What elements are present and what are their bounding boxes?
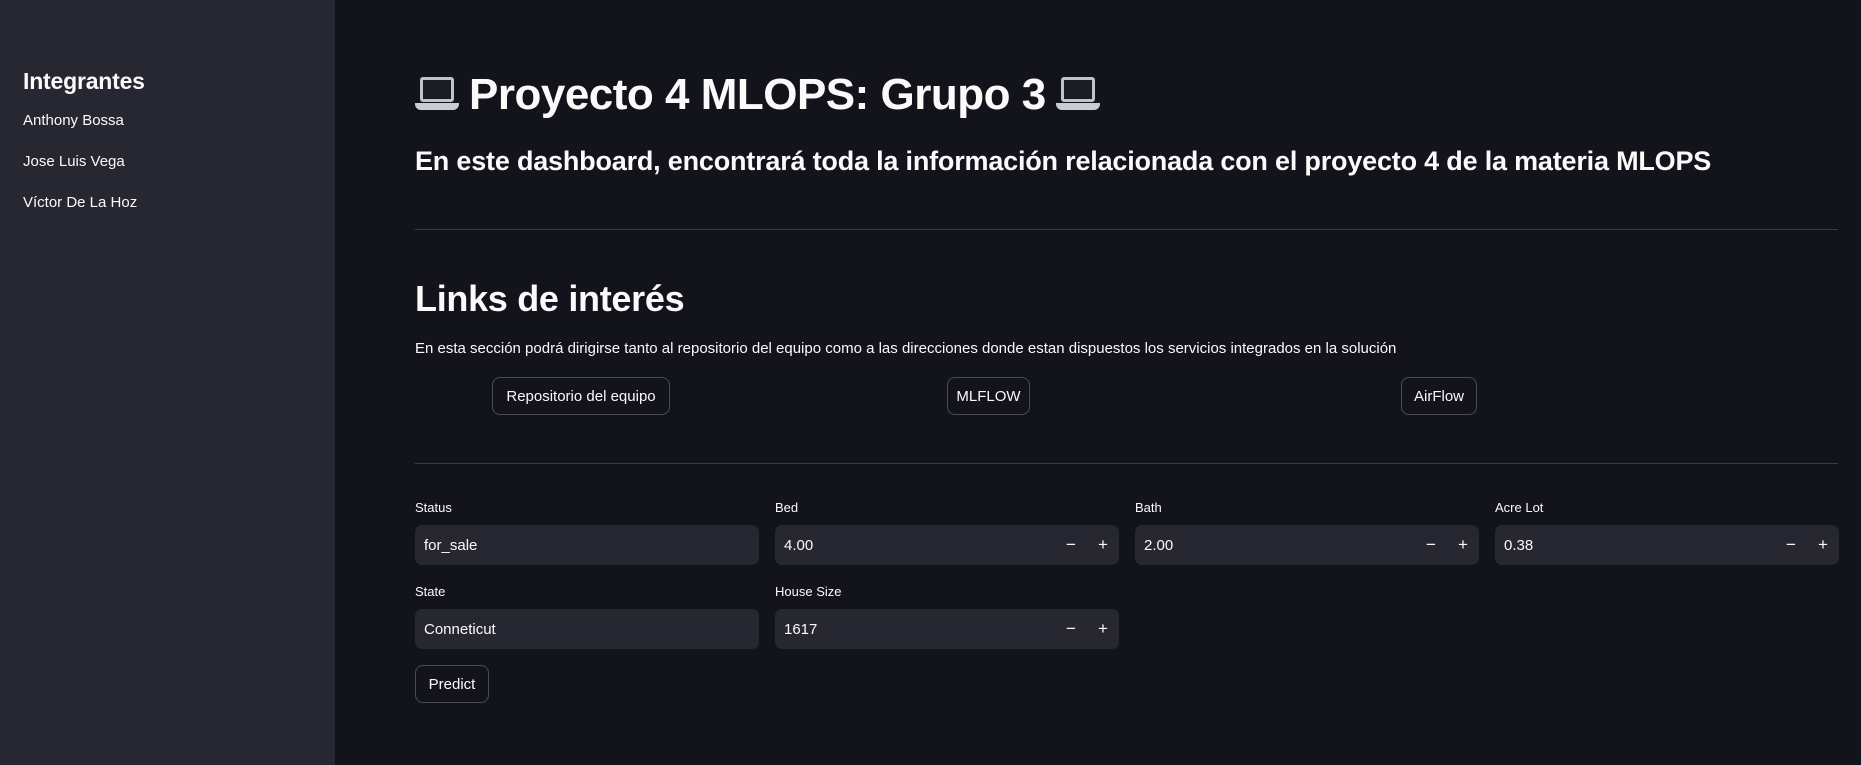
bath-number-input[interactable]: 2.00 − + [1135, 525, 1479, 565]
status-value: for_sale [424, 536, 478, 554]
predict-button[interactable]: Predict [415, 665, 489, 703]
acre-lot-number-input[interactable]: 0.38 − + [1495, 525, 1839, 565]
bed-number-input[interactable]: 4.00 − + [775, 525, 1119, 565]
house-size-label: House Size [775, 584, 842, 599]
acre-lot-label: Acre Lot [1495, 500, 1544, 515]
links-section-title: Links de interés [415, 278, 685, 319]
mlflow-link-button[interactable]: MLFLOW [947, 377, 1030, 415]
state-label: State [415, 584, 446, 599]
divider [415, 463, 1838, 464]
decrement-icon[interactable]: − [1415, 525, 1447, 565]
bath-value: 2.00 [1144, 536, 1174, 554]
state-value: Conneticut [424, 620, 496, 638]
sidebar: Integrantes Anthony Bossa Jose Luis Vega… [0, 0, 335, 765]
links-section-description: En esta sección podrá dirigirse tanto al… [415, 340, 1397, 357]
page-subtitle: En este dashboard, encontrará toda la in… [415, 146, 1712, 176]
decrement-icon[interactable]: − [1055, 609, 1087, 649]
sidebar-member: Anthony Bossa [23, 112, 124, 129]
house-size-number-input[interactable]: 1617 − + [775, 609, 1119, 649]
laptop-icon [1055, 73, 1100, 117]
increment-icon[interactable]: + [1087, 525, 1119, 565]
increment-icon[interactable]: + [1087, 609, 1119, 649]
airflow-link-button[interactable]: AirFlow [1401, 377, 1477, 415]
increment-icon[interactable]: + [1807, 525, 1839, 565]
decrement-icon[interactable]: − [1055, 525, 1087, 565]
sidebar-heading: Integrantes [23, 68, 145, 94]
state-input[interactable]: Conneticut [415, 609, 759, 649]
divider [415, 229, 1838, 230]
repo-link-button[interactable]: Repositorio del equipo [492, 377, 670, 415]
page-title-text: Proyecto 4 MLOPS: Grupo 3 [469, 70, 1046, 119]
bed-value: 4.00 [784, 536, 814, 554]
acre-lot-value: 0.38 [1504, 536, 1534, 554]
increment-icon[interactable]: + [1447, 525, 1479, 565]
status-label: Status [415, 500, 452, 515]
bed-label: Bed [775, 500, 799, 515]
sidebar-member: Jose Luis Vega [23, 153, 125, 170]
page-title: Proyecto 4 MLOPS: Grupo 3 [415, 70, 1100, 120]
main-content: Proyecto 4 MLOPS: Grupo 3 En este dashbo… [335, 0, 1861, 765]
status-input[interactable]: for_sale [415, 525, 759, 565]
sidebar-member: Víctor De La Hoz [23, 194, 138, 211]
app: Integrantes Anthony Bossa Jose Luis Vega… [0, 0, 1861, 765]
bath-label: Bath [1135, 500, 1162, 515]
laptop-icon [415, 73, 459, 117]
decrement-icon[interactable]: − [1775, 525, 1807, 565]
house-size-value: 1617 [784, 620, 818, 638]
